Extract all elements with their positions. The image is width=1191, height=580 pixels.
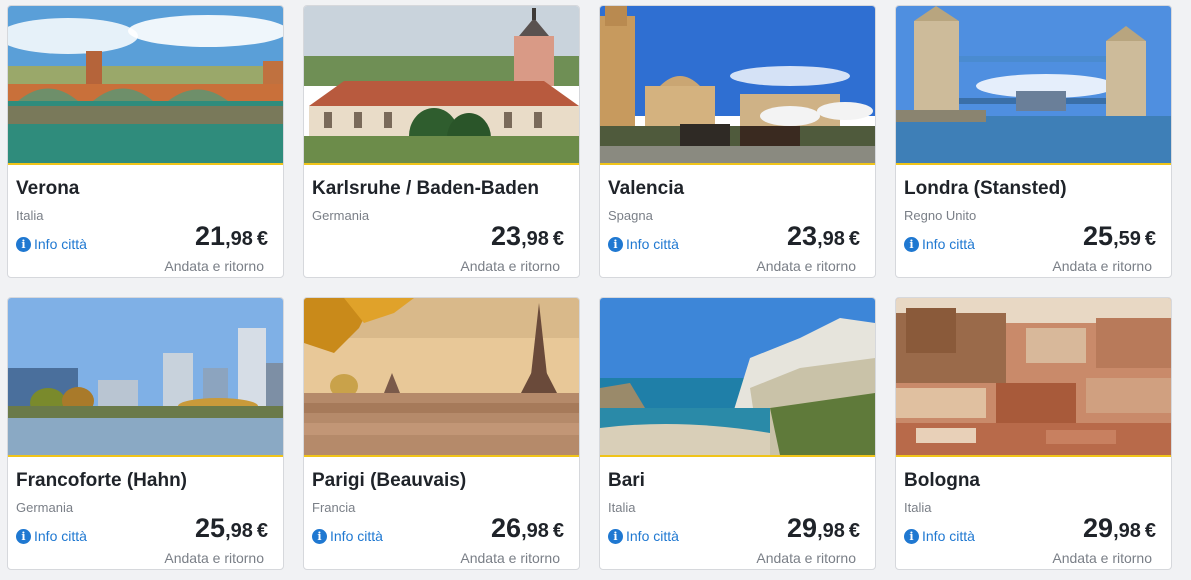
city-name: Londra (Stansted) bbox=[904, 178, 1067, 199]
price-decimals: ,98 bbox=[521, 228, 549, 250]
country-name: Regno Unito bbox=[904, 208, 977, 223]
price-currency: € bbox=[552, 228, 564, 250]
destination-card-parigi[interactable]: Parigi (Beauvais) Francia i Info città 2… bbox=[303, 297, 580, 570]
price: 26,98 € bbox=[491, 513, 564, 544]
price-decimals: ,98 bbox=[1113, 520, 1141, 542]
price: 23,98 € bbox=[787, 221, 860, 252]
country-name: Germania bbox=[16, 500, 74, 515]
info-citta-link[interactable]: i Info città bbox=[904, 528, 975, 544]
destination-card-karlsruhe[interactable]: Karlsruhe / Baden-Baden Germania 23,98 € … bbox=[303, 5, 580, 278]
price-currency: € bbox=[1144, 520, 1156, 542]
trip-type: Andata e ritorno bbox=[1052, 550, 1152, 566]
city-name: Valencia bbox=[608, 178, 685, 199]
country-name: Germania bbox=[312, 208, 370, 223]
info-citta-label: Info città bbox=[330, 528, 383, 544]
price-integer: 23 bbox=[787, 221, 818, 251]
city-name: Bologna bbox=[904, 470, 980, 491]
trip-type: Andata e ritorno bbox=[1052, 258, 1152, 274]
price: 25,98 € bbox=[195, 513, 268, 544]
price-integer: 26 bbox=[491, 513, 522, 543]
destination-photo bbox=[8, 6, 283, 165]
city-name: Verona bbox=[16, 178, 80, 199]
destination-photo bbox=[304, 6, 579, 165]
price-currency: € bbox=[256, 228, 268, 250]
price-integer: 21 bbox=[195, 221, 226, 251]
destination-card-londra[interactable]: Londra (Stansted) Regno Unito i Info cit… bbox=[895, 5, 1172, 278]
country-name: Francia bbox=[312, 500, 356, 515]
info-citta-link[interactable]: i Info città bbox=[904, 236, 975, 252]
price-currency: € bbox=[552, 520, 564, 542]
trip-type: Andata e ritorno bbox=[756, 258, 856, 274]
info-citta-link[interactable]: i Info città bbox=[16, 528, 87, 544]
price-integer: 29 bbox=[1083, 513, 1114, 543]
price-currency: € bbox=[256, 520, 268, 542]
destination-photo bbox=[896, 298, 1171, 457]
price-decimals: ,98 bbox=[225, 228, 253, 250]
trip-type: Andata e ritorno bbox=[460, 550, 560, 566]
info-citta-label: Info città bbox=[34, 528, 87, 544]
destination-card-bologna[interactable]: Bologna Italia i Info città 29,98 € Andat… bbox=[895, 297, 1172, 570]
price: 25,59 € bbox=[1083, 221, 1156, 252]
destination-card-bari[interactable]: Bari Italia i Info città 29,98 € Andata e… bbox=[599, 297, 876, 570]
info-icon: i bbox=[904, 236, 919, 252]
price-integer: 23 bbox=[491, 221, 522, 251]
price-decimals: ,59 bbox=[1113, 228, 1141, 250]
price-decimals: ,98 bbox=[225, 520, 253, 542]
info-icon: i bbox=[608, 236, 623, 252]
price-integer: 25 bbox=[195, 513, 226, 543]
price-decimals: ,98 bbox=[817, 228, 845, 250]
price-decimals: ,98 bbox=[521, 520, 549, 542]
info-citta-label: Info città bbox=[34, 236, 87, 252]
trip-type: Andata e ritorno bbox=[460, 258, 560, 274]
price-currency: € bbox=[848, 228, 860, 250]
info-citta-link[interactable]: i Info città bbox=[312, 528, 383, 544]
trip-type: Andata e ritorno bbox=[164, 258, 264, 274]
info-icon: i bbox=[312, 528, 327, 544]
destination-grid: Verona Italia i Info città 21,98 € Andata… bbox=[0, 0, 1191, 580]
price-integer: 25 bbox=[1083, 221, 1114, 251]
city-name: Parigi (Beauvais) bbox=[312, 470, 467, 491]
country-name: Italia bbox=[16, 208, 44, 223]
price: 29,98 € bbox=[1083, 513, 1156, 544]
destination-card-valencia[interactable]: Valencia Spagna i Info città 23,98 € Anda… bbox=[599, 5, 876, 278]
price-integer: 29 bbox=[787, 513, 818, 543]
price-decimals: ,98 bbox=[817, 520, 845, 542]
info-icon: i bbox=[608, 528, 623, 544]
country-name: Italia bbox=[608, 500, 636, 515]
destination-photo bbox=[896, 6, 1171, 165]
city-name: Francoforte (Hahn) bbox=[16, 470, 187, 491]
destination-card-francoforte[interactable]: Francoforte (Hahn) Germania i Info città… bbox=[7, 297, 284, 570]
destination-photo bbox=[304, 298, 579, 457]
destination-card-verona[interactable]: Verona Italia i Info città 21,98 € Andata… bbox=[7, 5, 284, 278]
destination-photo bbox=[8, 298, 283, 457]
city-name: Bari bbox=[608, 470, 645, 491]
price: 23,98 € bbox=[491, 221, 564, 252]
price-currency: € bbox=[1144, 228, 1156, 250]
destination-photo bbox=[600, 298, 875, 457]
info-citta-label: Info città bbox=[626, 528, 679, 544]
info-citta-link[interactable]: i Info città bbox=[608, 528, 679, 544]
destination-photo bbox=[600, 6, 875, 165]
country-name: Spagna bbox=[608, 208, 653, 223]
info-icon: i bbox=[16, 528, 31, 544]
city-name: Karlsruhe / Baden-Baden bbox=[312, 178, 539, 199]
info-citta-label: Info città bbox=[626, 236, 679, 252]
price: 21,98 € bbox=[195, 221, 268, 252]
info-icon: i bbox=[16, 236, 31, 252]
price: 29,98 € bbox=[787, 513, 860, 544]
info-citta-label: Info città bbox=[922, 528, 975, 544]
price-currency: € bbox=[848, 520, 860, 542]
trip-type: Andata e ritorno bbox=[756, 550, 856, 566]
info-icon: i bbox=[904, 528, 919, 544]
country-name: Italia bbox=[904, 500, 932, 515]
info-citta-label: Info città bbox=[922, 236, 975, 252]
trip-type: Andata e ritorno bbox=[164, 550, 264, 566]
info-citta-link[interactable]: i Info città bbox=[16, 236, 87, 252]
info-citta-link[interactable]: i Info città bbox=[608, 236, 679, 252]
